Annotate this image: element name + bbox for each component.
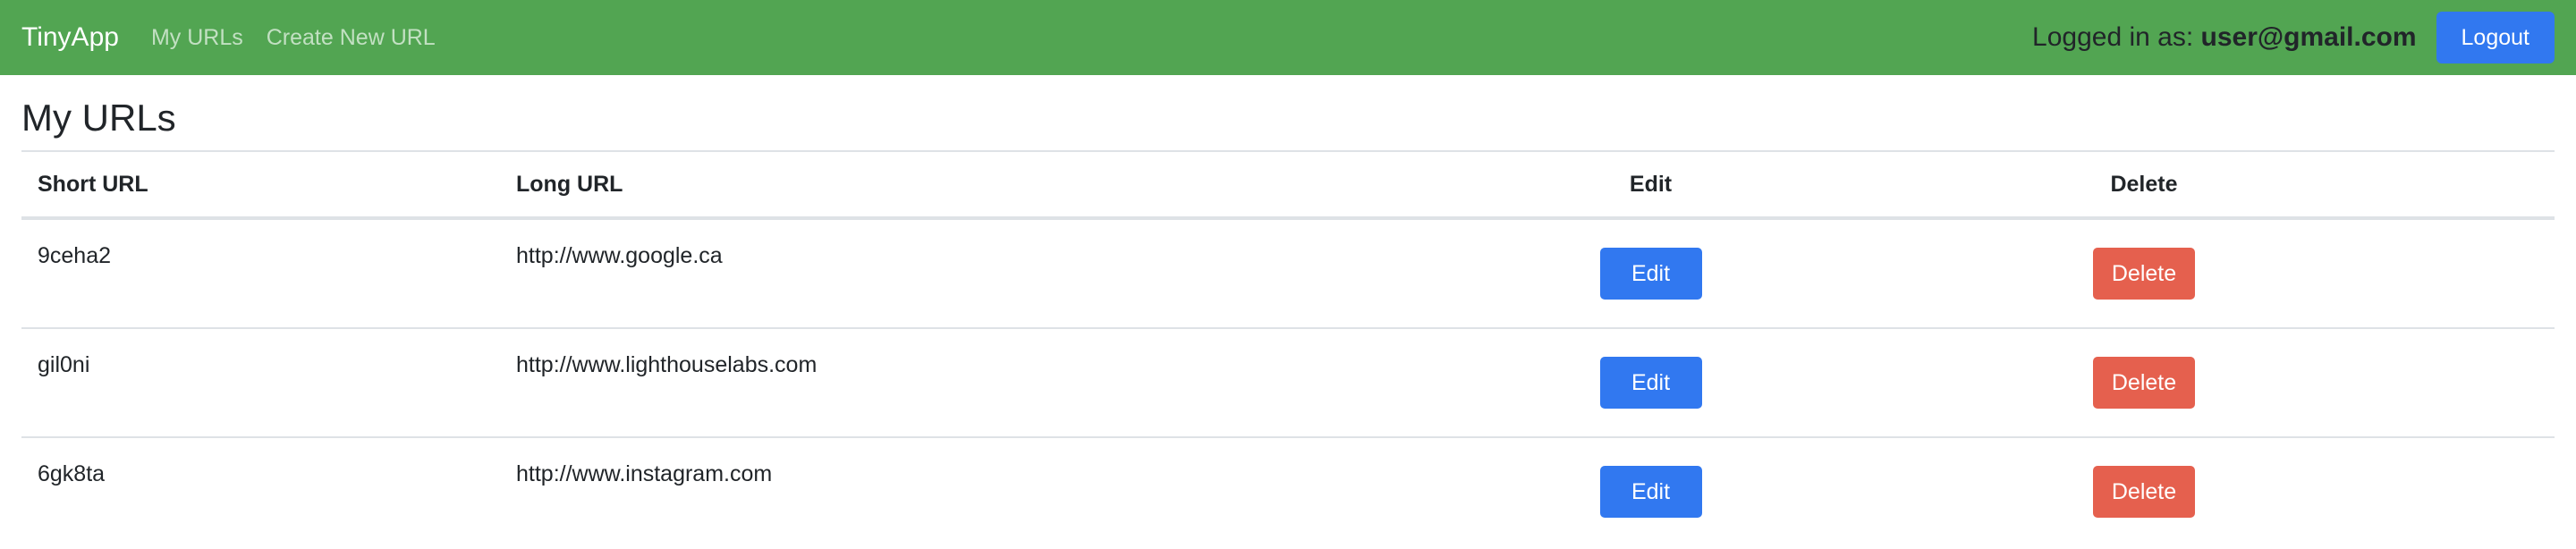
delete-cell: Delete (1877, 218, 2555, 329)
long-url-cell: http://www.google.ca (500, 218, 1425, 329)
brand-link[interactable]: TinyApp (21, 22, 119, 53)
edit-cell: Edit (1425, 437, 1877, 545)
delete-button[interactable]: Delete (2093, 466, 2195, 518)
delete-button[interactable]: Delete (2093, 357, 2195, 409)
table-row: 9ceha2 http://www.google.ca Edit Delete (21, 218, 2555, 329)
urls-table: Short URL Long URL Edit Delete 9ceha2 ht… (21, 150, 2555, 545)
short-url-cell: 9ceha2 (21, 218, 500, 329)
edit-button[interactable]: Edit (1599, 357, 1702, 409)
short-url-cell: gil0ni (21, 328, 500, 438)
long-url-cell: http://www.instagram.com (516, 461, 773, 486)
page-title: My URLs (21, 97, 176, 139)
table-header-row: Short URL Long URL Edit Delete (21, 150, 2555, 220)
logout-button[interactable]: Logout (2436, 12, 2555, 63)
delete-cell: Delete (1877, 328, 2555, 438)
header-short-url: Short URL (21, 150, 500, 220)
navbar: TinyApp My URLs Create New URL Logged in… (0, 0, 2576, 75)
edit-cell: Edit (1425, 328, 1877, 438)
logged-in-label: Logged in as: (2032, 22, 2201, 52)
header-long-url: Long URL (500, 150, 1425, 220)
delete-button[interactable]: Delete (2093, 248, 2195, 300)
delete-cell: Delete (1877, 437, 2555, 545)
table-row: 6gk8ta http://www.instagram.com Edit Del… (21, 437, 2555, 545)
nav-link-create-new-url[interactable]: Create New URL (267, 25, 436, 51)
user-email: user@gmail.com (2200, 22, 2417, 52)
logged-in-status: Logged in as: user@gmail.com (2032, 22, 2416, 53)
table-row: gil0ni http://www.lighthouselabs.com Edi… (21, 328, 2555, 438)
header-edit: Edit (1425, 150, 1877, 220)
edit-button[interactable]: Edit (1599, 248, 1702, 300)
short-url-cell: 6gk8ta (38, 461, 106, 486)
nav-user-area: Logged in as: user@gmail.com Logout (2032, 12, 2555, 63)
edit-button[interactable]: Edit (1599, 466, 1702, 518)
main-content: My URLs Short URL Long URL Edit Delete 9… (0, 97, 2576, 545)
edit-cell: Edit (1425, 218, 1877, 329)
nav-link-my-urls[interactable]: My URLs (151, 25, 243, 51)
header-delete: Delete (1877, 150, 2555, 220)
long-url-cell: http://www.lighthouselabs.com (500, 328, 1425, 438)
